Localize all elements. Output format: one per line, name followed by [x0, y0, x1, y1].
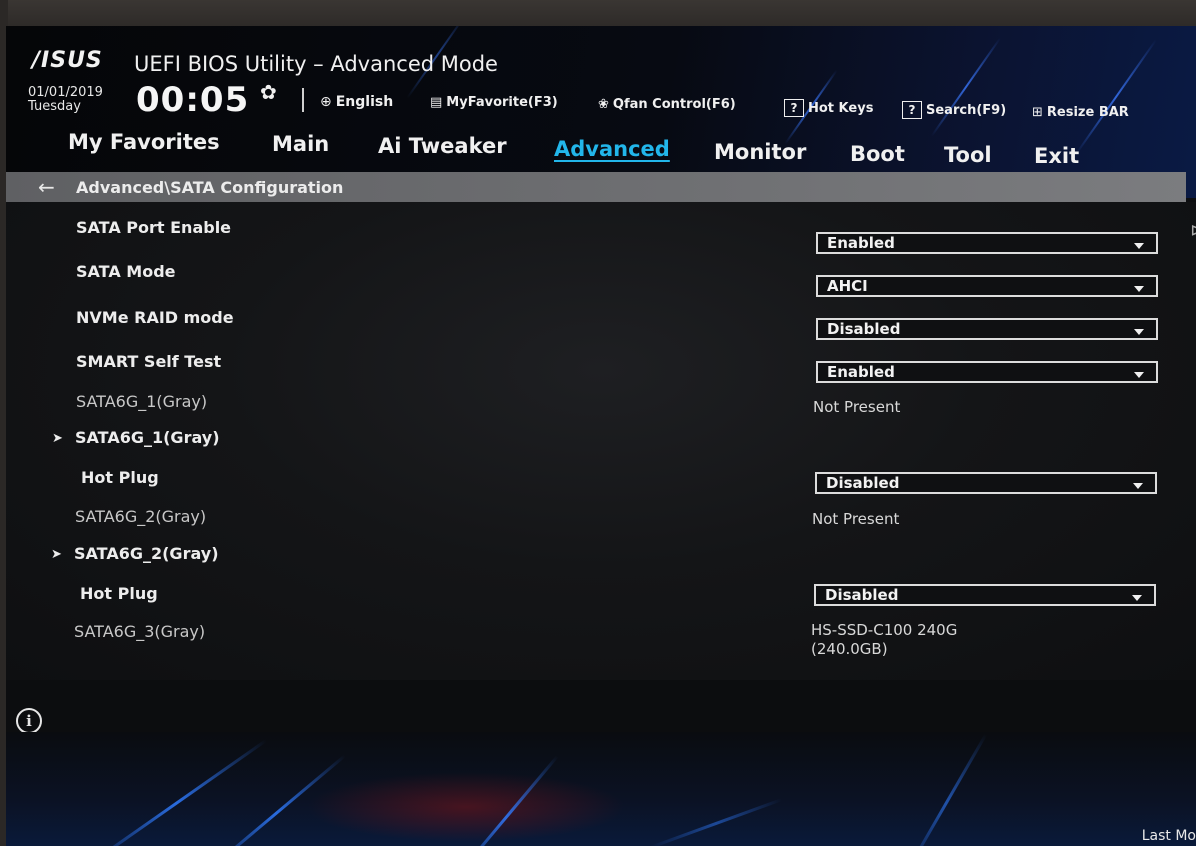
decor-streak [649, 798, 783, 846]
resize-bar-label: Resize BAR [1046, 105, 1129, 120]
port-info-label-sata6g-1: SATA6G_1(Gray) [76, 392, 208, 411]
footer: Last Mo [6, 732, 1196, 846]
setting-label-nvme-raid-mode: NVMe RAID mode [76, 308, 234, 327]
setting-label-hot-plug-1: Hot Plug [81, 468, 159, 487]
chevron-down-icon [1134, 372, 1144, 378]
qfan-label: Qfan Control(F6) [612, 97, 736, 112]
select-value: Disabled [825, 586, 899, 604]
device-capacity: (240.0GB) [811, 640, 888, 658]
tab-ai-tweaker[interactable]: Ai Tweaker [378, 134, 507, 158]
setting-label-smart-self-test: SMART Self Test [76, 352, 222, 371]
mouse-cursor-icon: ⊳ [1190, 220, 1196, 241]
select-value: Enabled [827, 234, 895, 252]
resize-bar-button[interactable]: ⊞ Resize BAR [1032, 105, 1129, 120]
date-value: 01/01/2019 [28, 85, 103, 100]
tab-tool[interactable]: Tool [944, 143, 992, 167]
tab-my-favorites[interactable]: My Favorites [68, 130, 220, 154]
search-button[interactable]: ? Search(F9) [902, 101, 1006, 119]
tab-boot[interactable]: Boot [850, 142, 905, 166]
select-value: Disabled [827, 320, 901, 338]
date-display: 01/01/2019 Tuesday [28, 86, 103, 114]
resize-bar-icon: ⊞ [1032, 105, 1043, 120]
info-icon[interactable]: i [16, 708, 42, 734]
select-value: Disabled [826, 474, 900, 492]
qfan-control-button[interactable]: ❀ Qfan Control(F6) [598, 97, 736, 112]
decor-streak [85, 739, 267, 846]
submenu-sata6g-1[interactable]: SATA6G_1(Gray) [75, 428, 220, 447]
bios-screen: /ISUS UEFI BIOS Utility – Advanced Mode … [6, 26, 1196, 846]
smart-self-test-select[interactable]: Enabled [816, 361, 1158, 383]
myfavorite-button[interactable]: ▤ MyFavorite(F3) [430, 95, 558, 110]
sata-port-enable-select[interactable]: Enabled [816, 232, 1158, 254]
device-name: HS-SSD-C100 240G [811, 621, 958, 639]
tab-exit[interactable]: Exit [1034, 144, 1079, 168]
search-label: Search(F9) [926, 103, 1007, 118]
tab-advanced[interactable]: Advanced [554, 137, 670, 161]
last-modified-button[interactable]: Last Mo [1142, 828, 1196, 844]
weekday-value: Tuesday [28, 99, 81, 114]
decor-streak [904, 733, 988, 846]
main-tabs: My Favorites Main Ai Tweaker Advanced Mo… [6, 122, 1196, 172]
divider [302, 88, 304, 112]
breadcrumb: ← Advanced\SATA Configuration [6, 172, 1186, 202]
setting-label-sata-mode: SATA Mode [76, 262, 176, 281]
favorite-list-icon: ▤ [430, 95, 443, 110]
setting-label-hot-plug-2: Hot Plug [80, 584, 158, 603]
port-status-sata6g-1: Not Present [813, 398, 901, 416]
gear-icon[interactable]: ✿ [260, 80, 277, 104]
tab-main[interactable]: Main [272, 132, 329, 156]
chevron-down-icon [1134, 243, 1144, 249]
back-arrow-icon[interactable]: ← [38, 175, 55, 199]
help-box-icon: ? [784, 99, 804, 117]
port-info-label-sata6g-3: SATA6G_3(Gray) [74, 622, 206, 641]
app-title: UEFI BIOS Utility – Advanced Mode [134, 52, 498, 76]
select-value: Enabled [827, 363, 895, 381]
port-status-sata6g-2: Not Present [812, 510, 900, 528]
help-area [6, 680, 1196, 736]
chevron-down-icon [1134, 329, 1144, 335]
port-device-sata6g-3: HS-SSD-C100 240G (240.0GB) [811, 621, 957, 659]
tab-monitor[interactable]: Monitor [714, 140, 806, 164]
hot-keys-label: Hot Keys [808, 101, 874, 116]
settings-panel: SATA Port Enable Enabled SATA Mode AHCI … [6, 202, 1196, 680]
submenu-arrow-icon: ➤ [52, 431, 63, 446]
clock: 00:05 [136, 80, 250, 120]
breadcrumb-path: Advanced\SATA Configuration [76, 178, 344, 197]
decor-glow [306, 772, 626, 842]
globe-icon: ⊕ [320, 94, 332, 110]
chevron-down-icon [1133, 483, 1143, 489]
setting-label-sata-port-enable: SATA Port Enable [76, 218, 232, 237]
hot-keys-button[interactable]: ? Hot Keys [784, 99, 873, 117]
hot-plug-2-select[interactable]: Disabled [814, 584, 1156, 606]
port-info-label-sata6g-2: SATA6G_2(Gray) [75, 507, 207, 526]
chevron-down-icon [1134, 286, 1144, 292]
sata-mode-select[interactable]: AHCI [816, 275, 1158, 297]
select-value: AHCI [827, 277, 868, 295]
chevron-down-icon [1132, 595, 1142, 601]
hot-plug-1-select[interactable]: Disabled [815, 472, 1157, 494]
nvme-raid-mode-select[interactable]: Disabled [816, 318, 1158, 340]
fan-icon: ❀ [598, 97, 609, 112]
submenu-sata6g-2[interactable]: SATA6G_2(Gray) [74, 544, 219, 563]
submenu-arrow-icon: ➤ [51, 547, 62, 562]
myfavorite-label: MyFavorite(F3) [446, 95, 558, 110]
language-button[interactable]: ⊕ English [320, 94, 393, 110]
language-label: English [335, 94, 394, 110]
asus-logo: /ISUS [32, 48, 103, 73]
help-box-icon: ? [902, 101, 922, 119]
